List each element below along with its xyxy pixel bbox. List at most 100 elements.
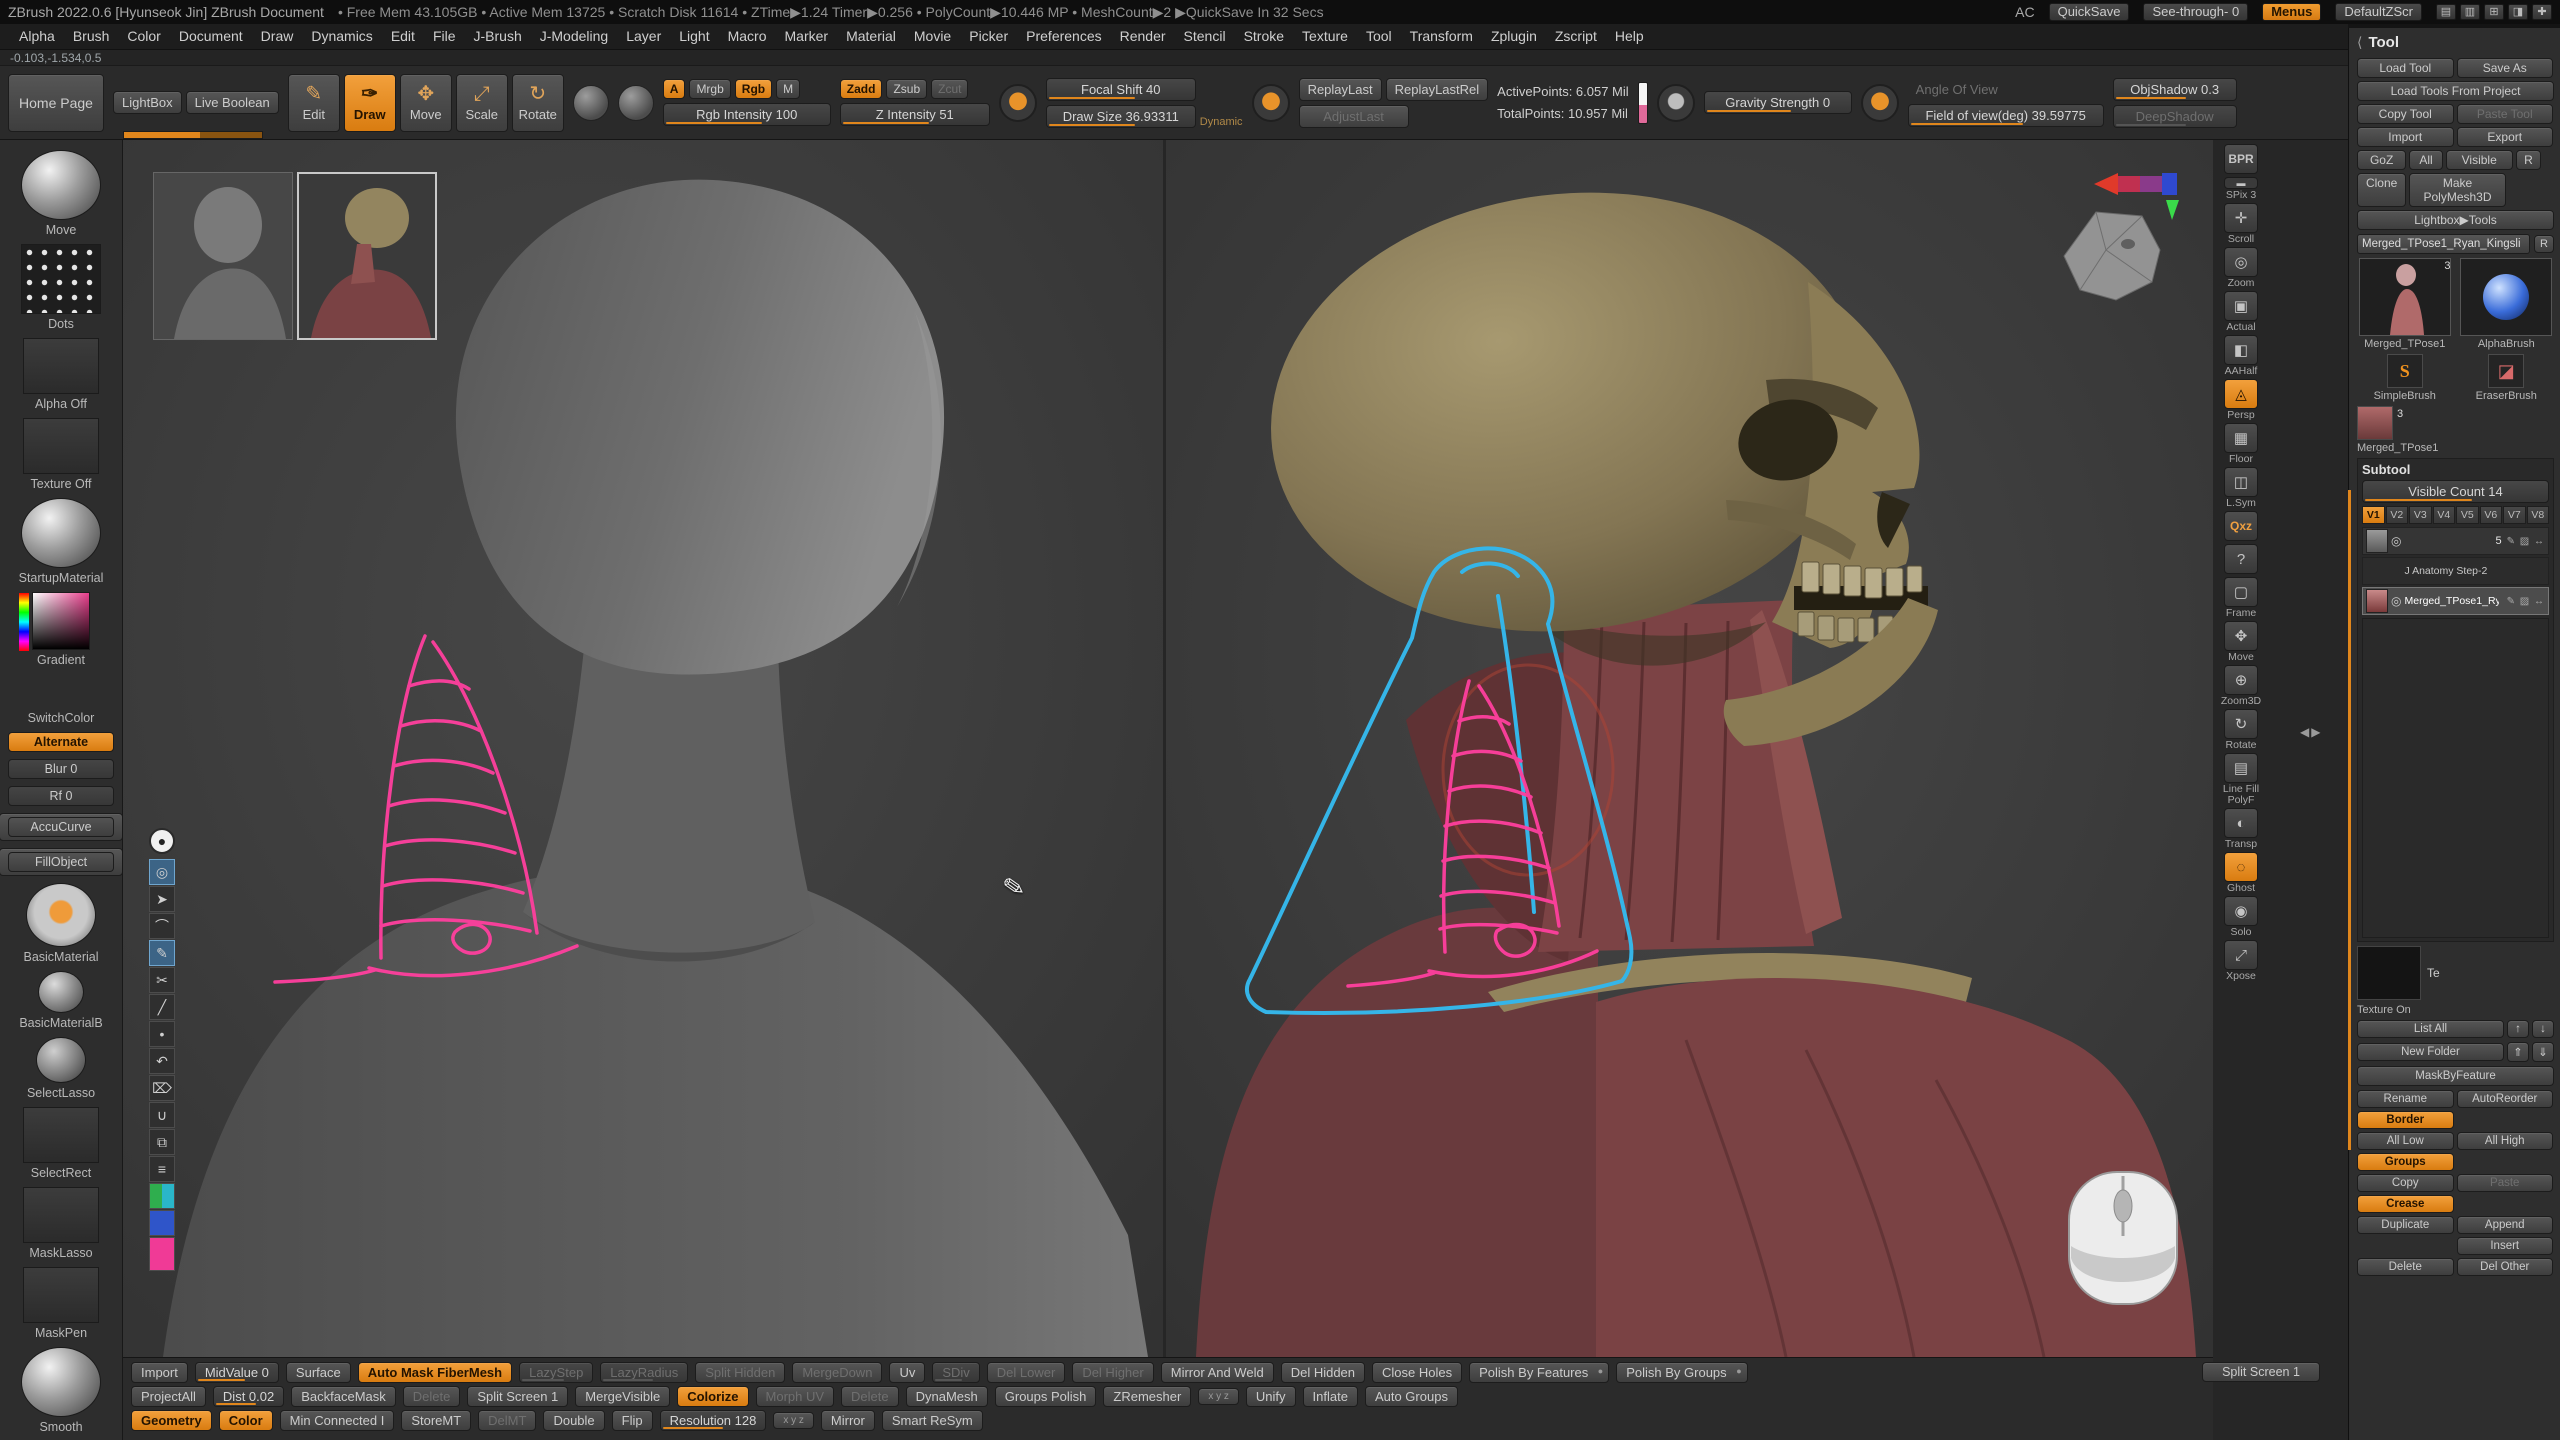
bottom-button[interactable]: x y z [773, 1412, 814, 1429]
subtool-tab[interactable]: V3 [2409, 506, 2432, 524]
move-top-icon[interactable]: ⇑ [2507, 1042, 2529, 1062]
subtool-row-icons[interactable]: ✎ ▨ ↔ [2507, 596, 2545, 607]
bottom-button[interactable]: Mirror And Weld [1161, 1362, 1274, 1383]
tool-panel-button[interactable]: Paste Tool [2457, 104, 2554, 124]
bottom-button[interactable]: Auto Groups [1365, 1386, 1458, 1407]
document-canvas[interactable]: ● ◎➤⌒✎✂╱•↶⌦∪⧉≡ ✎ [123, 140, 2213, 1357]
select-rect-thumb[interactable]: SelectRect [23, 1107, 99, 1180]
move-icon[interactable]: ✥ Move [2218, 621, 2264, 663]
add-icon[interactable]: ✚ [2532, 4, 2552, 20]
tool-panel-button[interactable]: R [2516, 150, 2542, 170]
rgb-button[interactable]: Rgb [735, 79, 772, 99]
tool-panel-button[interactable]: Load Tool [2357, 58, 2454, 78]
panel-icon[interactable]: ◨ [2508, 4, 2528, 20]
alternate-button[interactable]: Alternate [8, 732, 114, 752]
subtool-tab[interactable]: V5 [2456, 506, 2479, 524]
bottom-button[interactable]: Uv [889, 1362, 925, 1383]
subtool-action-button[interactable]: Del Other [2457, 1258, 2554, 1276]
viewport-right-3d[interactable] [1166, 140, 2213, 1357]
texture-thumbnail[interactable] [2357, 946, 2421, 1000]
rgb-intensity-slider[interactable]: Rgb Intensity 100 [663, 103, 831, 126]
lsym-icon[interactable]: ◫ L.Sym [2218, 467, 2264, 509]
bottom-button[interactable]: MidValue 0 [195, 1362, 279, 1383]
subtool-action-button[interactable]: Border [2357, 1111, 2454, 1129]
subtool-row-icons[interactable]: ✎ ▨ ↔ [2507, 536, 2545, 547]
menu-item[interactable]: Brush [64, 24, 119, 49]
replay-icon[interactable] [1252, 84, 1290, 122]
cursor-icon[interactable]: ➤ [149, 886, 175, 912]
visible-count-slider[interactable]: Visible Count 14 [2362, 480, 2549, 503]
bottom-button[interactable]: Surface [286, 1362, 351, 1383]
tool-panel-button[interactable]: Copy Tool [2357, 104, 2454, 124]
bottom-button[interactable]: MergeVisible [575, 1386, 670, 1407]
current-tool-name[interactable]: Merged_TPose1_Ryan_Kingsli [2357, 234, 2530, 254]
eraser-brush-thumb[interactable]: ◪ EraserBrush [2459, 354, 2555, 402]
persp-icon[interactable]: ◬ Persp [2218, 379, 2264, 421]
live-boolean-button[interactable]: Live Boolean [186, 91, 279, 114]
tray-thumbnail[interactable] [23, 674, 99, 708]
new-folder-button[interactable]: New Folder [2357, 1043, 2504, 1061]
menu-item[interactable]: File [424, 24, 465, 49]
bottom-button[interactable]: Geometry [131, 1410, 212, 1431]
smooth-brush-thumb[interactable]: Smooth [21, 1347, 101, 1434]
mrgb-button[interactable]: Mrgb [689, 79, 730, 99]
gravity-icon[interactable] [1657, 84, 1695, 122]
bottom-button[interactable]: Mirror [821, 1410, 875, 1431]
menu-item[interactable]: Stroke [1235, 24, 1293, 49]
menu-item[interactable]: Macro [719, 24, 776, 49]
subtool-action-button[interactable]: Delete [2357, 1258, 2454, 1276]
adjust-last-button[interactable]: AdjustLast [1299, 105, 1409, 128]
switch-color-swatches[interactable]: SwitchColor [23, 674, 99, 725]
bottom-button[interactable]: MergeDown [792, 1362, 882, 1383]
transp-icon[interactable]: ◐ Transp [2218, 808, 2264, 850]
subtool-tab[interactable]: V2 [2386, 506, 2409, 524]
subtool-action-button[interactable]: All Low [2357, 1132, 2454, 1150]
menu-item[interactable]: Help [1606, 24, 1653, 49]
texture-off-thumb[interactable]: Texture Off [23, 418, 99, 491]
subtool-action-button[interactable]: Crease [2357, 1195, 2454, 1213]
subtool-action-button[interactable]: Duplicate [2357, 1216, 2454, 1234]
trash-icon[interactable]: ⌦ [149, 1075, 175, 1101]
tray-thumbnail[interactable] [23, 418, 99, 474]
eye-icon[interactable]: ◎ [149, 859, 175, 885]
tray-thumbnail[interactable] [21, 1347, 101, 1417]
subtool-row[interactable]: ◎ 5 ✎ ▨ ↔ [2362, 527, 2549, 555]
default-zscript-button[interactable]: DefaultZScr [2335, 3, 2422, 21]
bpr-button[interactable]: BPR [2218, 144, 2264, 175]
fillobject-button[interactable]: FillObject [0, 848, 123, 876]
tray-thumbnail[interactable] [32, 592, 90, 650]
subtool-action-button[interactable]: Paste [2457, 1174, 2554, 1192]
bottom-button[interactable]: Resolution 128 [660, 1410, 767, 1431]
bottom-button[interactable]: Split Hidden [695, 1362, 785, 1383]
tray-thumbnail[interactable] [21, 150, 101, 220]
menu-item[interactable]: J-Modeling [531, 24, 617, 49]
actual-icon[interactable]: ▣ Actual [2218, 291, 2264, 333]
replay-last-button[interactable]: ReplayLast [1299, 78, 1382, 101]
menu-item[interactable]: Edit [382, 24, 424, 49]
menu-item[interactable]: Zplugin [1482, 24, 1546, 49]
thumbnail-anatomy[interactable] [297, 172, 437, 340]
m-button[interactable]: M [776, 79, 800, 99]
edit-mode-button[interactable]: ✎ Edit [288, 74, 340, 132]
bottom-button[interactable]: Del Higher [1072, 1362, 1153, 1383]
tray-thumbnail[interactable] [36, 1037, 86, 1083]
xpose-icon[interactable]: ⤢ Xpose [2218, 940, 2264, 982]
subtool-tab[interactable]: V8 [2527, 506, 2550, 524]
move-up-icon[interactable]: ↑ [2507, 1020, 2529, 1038]
zcut-button[interactable]: Zcut [931, 79, 968, 99]
menu-item[interactable]: Movie [905, 24, 960, 49]
accucurve-button[interactable]: AccuCurve [0, 813, 123, 841]
bucket-icon[interactable]: ∪ [149, 1102, 175, 1128]
visibility-eye-icon[interactable]: ◎ [2391, 534, 2401, 548]
rotate-icon[interactable]: ↻ Rotate [2218, 709, 2264, 751]
tool-panel-button[interactable]: Load Tools From Project [2357, 81, 2554, 101]
tray-thumbnail[interactable] [21, 244, 101, 314]
select-lasso-thumb[interactable]: SelectLasso [27, 1037, 95, 1100]
mask-pen-thumb[interactable]: MaskPen [23, 1267, 99, 1340]
menu-item[interactable]: Transform [1401, 24, 1482, 49]
bottom-button[interactable]: Color [219, 1410, 273, 1431]
menu-item[interactable]: Tool [1357, 24, 1401, 49]
deep-shadow-slider[interactable]: DeepShadow [2113, 105, 2237, 128]
bottom-button[interactable]: Groups Polish [995, 1386, 1097, 1407]
bottom-button[interactable]: LazyRadius [600, 1362, 688, 1383]
